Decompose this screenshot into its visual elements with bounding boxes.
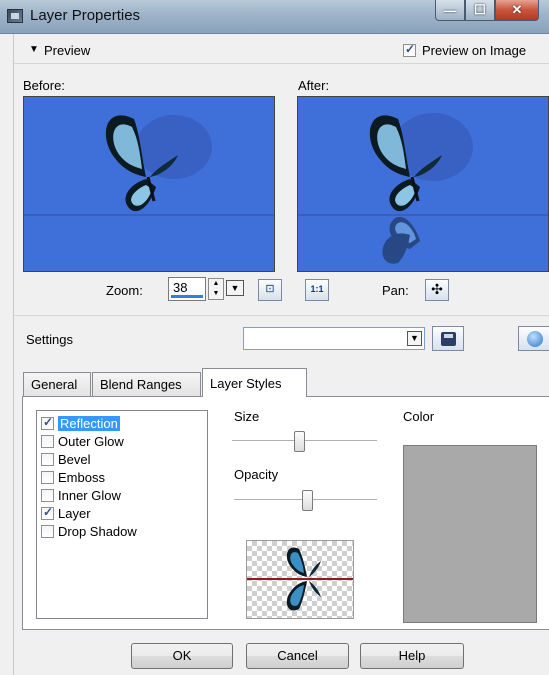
zoom-value: 38: [173, 280, 188, 295]
zoom-spinner[interactable]: ▲ ▼: [208, 278, 224, 300]
emboss-checkbox[interactable]: [41, 470, 54, 484]
before-label: Before:: [23, 78, 65, 93]
cancel-button[interactable]: Cancel: [246, 643, 349, 669]
minimize-icon: —: [443, 2, 457, 18]
reflection-thumbnail: [246, 540, 354, 619]
move-cross-icon: ✣: [431, 281, 443, 297]
after-preview-image[interactable]: [297, 96, 549, 272]
fit-window-icon: ⊡: [265, 283, 275, 295]
pan-label: Pan:: [382, 283, 409, 298]
zoom-input[interactable]: 38: [168, 277, 206, 301]
zoom-label: Zoom:: [106, 283, 143, 298]
actual-size-icon: 1:1: [310, 284, 324, 294]
close-button[interactable]: ✕: [495, 0, 539, 21]
list-item-emboss[interactable]: Emboss: [41, 468, 105, 486]
inner-glow-checkbox[interactable]: [41, 488, 54, 502]
maximize-icon: ☐: [474, 2, 486, 17]
close-icon: ✕: [511, 2, 523, 17]
size-label: Size: [234, 409, 260, 424]
layer-checkbox[interactable]: [41, 505, 54, 520]
collapse-arrow-icon[interactable]: ▼: [29, 44, 39, 55]
list-item-label: Outer Glow: [58, 433, 124, 449]
opacity-label: Opacity: [234, 467, 279, 482]
reset-icon: [527, 331, 543, 347]
spin-up-icon[interactable]: ▲: [209, 279, 223, 289]
color-swatch[interactable]: [403, 445, 537, 623]
preview-on-image-checkbox[interactable]: [403, 42, 416, 57]
help-button[interactable]: Help: [360, 643, 464, 669]
ok-button[interactable]: OK: [131, 643, 233, 669]
preview-section-label[interactable]: Preview: [44, 43, 90, 58]
title-bar[interactable]: Layer Properties — ☐ ✕: [0, 0, 549, 34]
before-preview-image[interactable]: [23, 96, 275, 272]
list-item-label: Inner Glow: [58, 487, 121, 503]
size-slider-thumb[interactable]: [294, 431, 306, 452]
list-item-label: Reflection: [58, 415, 120, 431]
preview-on-image-label[interactable]: Preview on Image: [422, 43, 526, 58]
section-divider: [14, 315, 549, 316]
reflection-checkbox[interactable]: [41, 415, 54, 430]
tab-general[interactable]: General: [23, 372, 91, 396]
app-icon: [7, 9, 23, 23]
list-item-inner-glow[interactable]: Inner Glow: [41, 486, 121, 504]
tab-blend-ranges[interactable]: Blend Ranges: [92, 372, 201, 396]
maximize-button[interactable]: ☐: [465, 0, 495, 21]
list-item-layer[interactable]: Layer: [41, 504, 91, 522]
color-label: Color: [403, 409, 435, 424]
save-disk-icon: [441, 332, 456, 346]
drop-shadow-checkbox[interactable]: [41, 524, 54, 538]
opacity-slider-thumb[interactable]: [302, 490, 314, 511]
list-item-bevel[interactable]: Bevel: [41, 450, 91, 468]
list-item-drop-shadow[interactable]: Drop Shadow: [41, 522, 137, 540]
spin-down-icon[interactable]: ▼: [209, 289, 223, 299]
tab-layer-styles[interactable]: Layer Styles: [202, 368, 307, 397]
list-item-reflection[interactable]: Reflection: [41, 414, 120, 432]
settings-preset-dropdown[interactable]: ▼: [243, 327, 425, 350]
list-item-label: Bevel: [58, 451, 91, 467]
pan-button[interactable]: ✣: [425, 279, 449, 301]
left-edge: [0, 34, 14, 675]
list-item-outer-glow[interactable]: Outer Glow: [41, 432, 124, 450]
settings-label: Settings: [26, 332, 73, 347]
minimize-button[interactable]: —: [435, 0, 465, 21]
zoom-fit-button[interactable]: ⊡: [258, 279, 282, 301]
zoom-dropdown-button[interactable]: ▼: [226, 280, 244, 296]
reset-button[interactable]: [518, 326, 549, 351]
window-title: Layer Properties: [30, 7, 141, 24]
save-preset-button[interactable]: [432, 326, 464, 351]
zoom-actual-size-button[interactable]: 1:1: [305, 279, 329, 301]
layer-styles-list[interactable]: Reflection Outer Glow Bevel Emboss Inner…: [36, 410, 208, 619]
outer-glow-checkbox[interactable]: [41, 434, 54, 448]
list-item-label: Drop Shadow: [58, 523, 137, 539]
window-controls: — ☐ ✕: [435, 0, 539, 22]
list-item-label: Layer: [58, 505, 91, 521]
after-label: After:: [298, 78, 330, 93]
bevel-checkbox[interactable]: [41, 452, 54, 466]
zoom-slider-indicator: [171, 295, 203, 298]
list-item-label: Emboss: [58, 469, 105, 485]
chevron-down-icon: ▼: [230, 283, 240, 293]
chevron-down-icon[interactable]: ▼: [407, 331, 422, 346]
